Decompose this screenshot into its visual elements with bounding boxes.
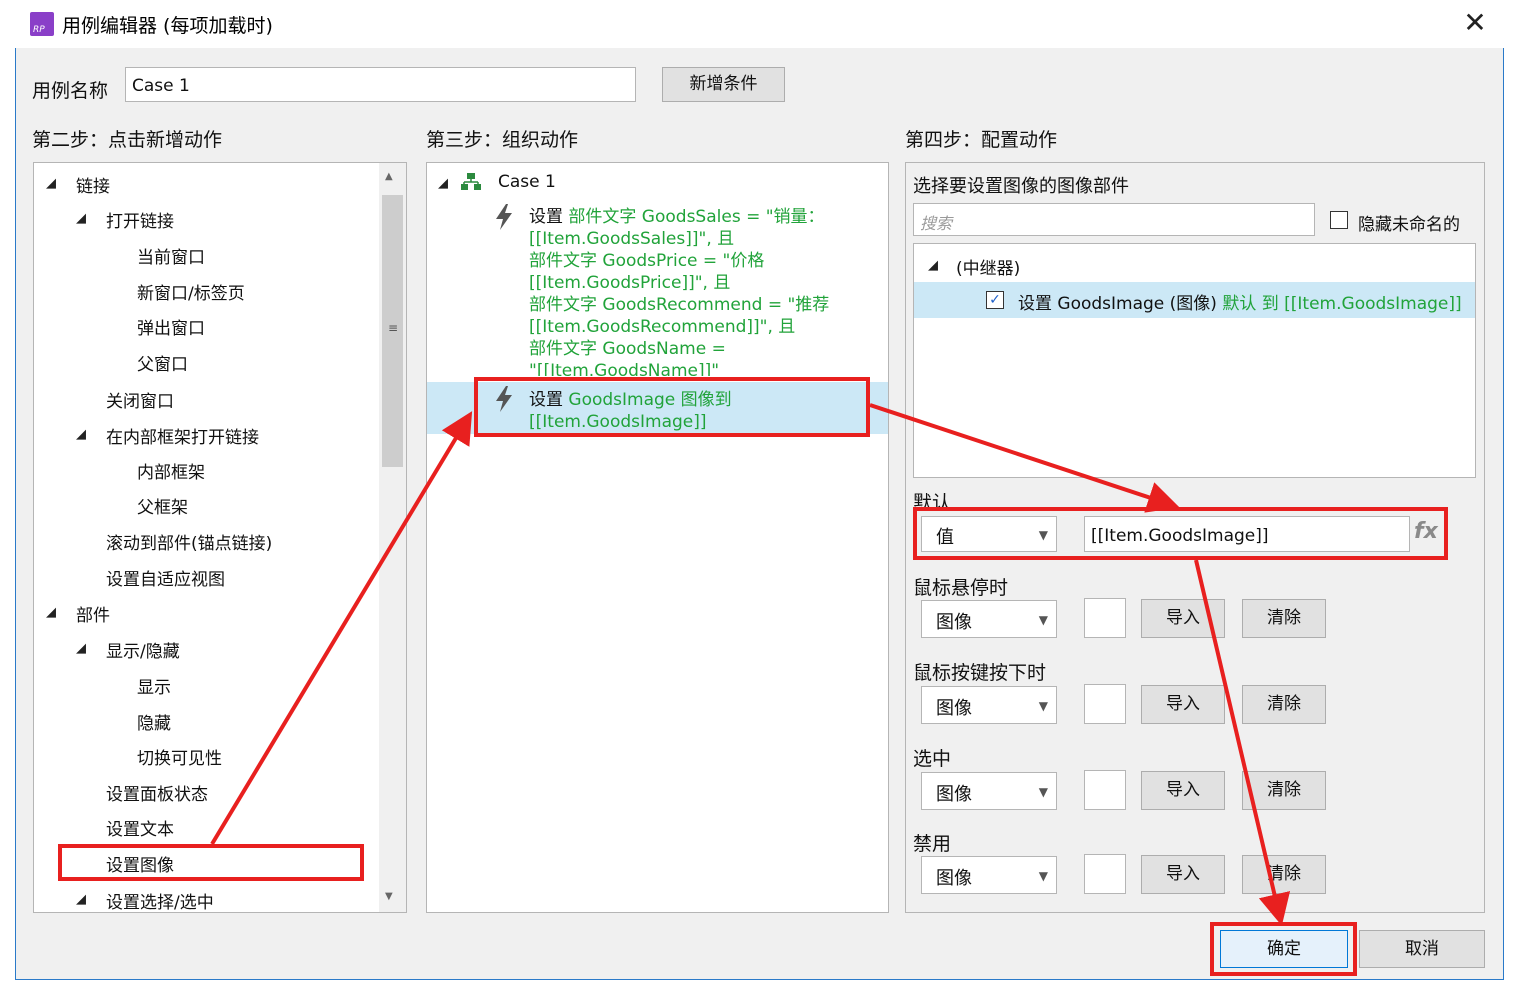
hover-type-select[interactable]: 图像 ▼ — [921, 600, 1057, 638]
goodsimage-row-value: 默认 到 [[Item.GoodsImage]] — [1222, 294, 1462, 314]
hide-unnamed-label: 隐藏未命名的 — [1358, 215, 1460, 235]
expand-icon[interactable]: ◢ — [46, 605, 56, 620]
action-set-text[interactable]: 设置 部件文字 GoodsSales = "销量： [[Item.GoodsSa… — [529, 206, 879, 376]
scroll-up-icon[interactable]: ▲ — [385, 171, 393, 182]
goodsimage-row-name: 设置 GoodsImage (图像) — [1018, 294, 1217, 314]
hover-label: 鼠标悬停时 — [913, 577, 1009, 599]
tree-item-parent-window[interactable]: 父窗口 — [137, 350, 188, 375]
hide-unnamed-checkbox[interactable] — [1330, 211, 1348, 229]
case-name-input[interactable]: Case 1 — [125, 67, 636, 102]
selected-type-select[interactable]: 图像 ▼ — [921, 772, 1057, 810]
scrollbar-thumb[interactable]: ≡ — [382, 195, 403, 467]
action-detail: [[Item.GoodsRecommend]]", 且 — [529, 317, 796, 337]
action-detail: [[Item.GoodsSales]]", 且 — [529, 229, 735, 249]
mousedown-clear-button[interactable]: 清除 — [1242, 685, 1326, 724]
expand-icon[interactable]: ◢ — [46, 176, 56, 191]
tree-item-close-window[interactable]: 关闭窗口 — [106, 387, 174, 412]
mousedown-type-value: 图像 — [936, 698, 972, 719]
chevron-down-icon: ▼ — [1038, 785, 1048, 799]
hover-import-button[interactable]: 导入 — [1141, 599, 1225, 638]
hover-clear-button[interactable]: 清除 — [1242, 599, 1326, 638]
step4-heading: 第四步：配置动作 — [905, 129, 1058, 151]
tree-item-links[interactable]: 链接 — [76, 172, 110, 197]
chevron-down-icon: ▼ — [1038, 613, 1048, 627]
tree-item-scroll-to[interactable]: 滚动到部件(锚点链接) — [106, 529, 272, 554]
selected-image-preview — [1084, 770, 1126, 810]
chevron-down-icon: ▼ — [1038, 699, 1048, 713]
scroll-down-icon[interactable]: ▼ — [385, 891, 393, 902]
tree-item-parent-frame[interactable]: 父框架 — [137, 493, 188, 518]
goodsimage-checkbox[interactable]: ✓ — [986, 291, 1004, 309]
disabled-label: 禁用 — [913, 833, 952, 855]
step3-heading: 第三步：组织动作 — [426, 129, 579, 151]
expand-icon[interactable]: ◢ — [438, 176, 448, 191]
tree-item-set-text[interactable]: 设置文本 — [106, 815, 174, 840]
annotation-box-set-image — [58, 844, 364, 881]
tree-item-show[interactable]: 显示 — [137, 673, 171, 698]
tree-item-show-hide[interactable]: 显示/隐藏 — [106, 637, 180, 662]
action-detail: 部件文字 GoodsName = — [529, 339, 726, 359]
action-verb: 设置 — [529, 207, 563, 227]
expand-icon[interactable]: ◢ — [76, 427, 86, 442]
action-detail: 部件文字 GoodsRecommend = "推荐 — [529, 295, 830, 315]
window-title: 用例编辑器 (每项加载时) — [62, 15, 273, 37]
tree-item-open-link[interactable]: 打开链接 — [106, 207, 174, 232]
action-detail: 部件文字 GoodsPrice = "价格 — [529, 251, 765, 271]
annotation-box-default — [913, 507, 1448, 560]
search-input[interactable]: 搜索 — [913, 203, 1315, 236]
tree-item-inline-frame[interactable]: 内部框架 — [137, 458, 205, 483]
tree-item-set-panel-state[interactable]: 设置面板状态 — [106, 780, 208, 805]
action-detail: "[[Item.GoodsName]]" — [529, 361, 720, 376]
close-icon[interactable]: ✕ — [1455, 6, 1495, 40]
expand-icon[interactable]: ◢ — [76, 892, 86, 907]
disabled-image-preview — [1084, 854, 1126, 894]
selected-type-value: 图像 — [936, 784, 972, 805]
mousedown-type-select[interactable]: 图像 ▼ — [921, 686, 1057, 724]
hover-type-value: 图像 — [936, 612, 972, 633]
case-name-label: 用例名称 — [32, 80, 109, 102]
action-detail: [[Item.GoodsPrice]]", 且 — [529, 273, 731, 293]
expand-icon[interactable]: ◢ — [76, 211, 86, 226]
search-placeholder: 搜索 — [920, 214, 953, 233]
tree-item-current-window[interactable]: 当前窗口 — [137, 243, 205, 268]
expand-icon[interactable]: ◢ — [928, 258, 938, 273]
app-icon: RP — [30, 12, 54, 36]
step2-heading: 第二步：点击新增动作 — [32, 129, 223, 151]
tree-item-popup[interactable]: 弹出窗口 — [137, 314, 205, 339]
lightning-icon — [496, 204, 512, 230]
cancel-button[interactable]: 取消 — [1359, 930, 1485, 968]
select-widget-label: 选择要设置图像的图像部件 — [913, 176, 1129, 197]
mousedown-image-preview — [1084, 684, 1126, 724]
tree-item-new-window[interactable]: 新窗口/标签页 — [137, 279, 245, 304]
tree-item-widgets[interactable]: 部件 — [76, 601, 110, 626]
tree-item-set-selected[interactable]: 设置选择/选中 — [106, 888, 214, 913]
annotation-box-action — [474, 377, 870, 437]
disabled-clear-button[interactable]: 清除 — [1242, 855, 1326, 894]
expand-icon[interactable]: ◢ — [76, 641, 86, 656]
tree-item-toggle-visibility[interactable]: 切换可见性 — [137, 744, 222, 769]
hover-image-preview — [1084, 598, 1126, 638]
disabled-type-value: 图像 — [936, 868, 972, 889]
mousedown-label: 鼠标按键按下时 — [913, 662, 1047, 684]
selected-clear-button[interactable]: 清除 — [1242, 771, 1326, 810]
action-detail: 部件文字 GoodsSales = "销量： — [568, 207, 825, 227]
tree-item-adaptive-view[interactable]: 设置自适应视图 — [106, 565, 225, 590]
annotation-box-ok — [1210, 922, 1357, 976]
add-condition-button[interactable]: 新增条件 — [662, 67, 785, 102]
tree-item-open-in-frame[interactable]: 在内部框架打开链接 — [106, 423, 259, 448]
mousedown-import-button[interactable]: 导入 — [1141, 685, 1225, 724]
repeater-node[interactable]: (中继器) — [956, 254, 1020, 279]
tree-item-hide[interactable]: 隐藏 — [137, 709, 171, 734]
chevron-down-icon: ▼ — [1038, 869, 1048, 883]
case-tree-icon — [461, 173, 481, 190]
case-item[interactable]: Case 1 — [498, 172, 556, 192]
disabled-type-select[interactable]: 图像 ▼ — [921, 856, 1057, 894]
scrollbar[interactable]: ▲ ≡ ▼ — [379, 163, 406, 912]
disabled-import-button[interactable]: 导入 — [1141, 855, 1225, 894]
selected-label: 选中 — [913, 748, 952, 770]
goodsimage-row-text: 设置 GoodsImage (图像) 默认 到 [[Item.GoodsImag… — [1018, 289, 1462, 314]
case-name-value: Case 1 — [132, 76, 190, 96]
selected-import-button[interactable]: 导入 — [1141, 771, 1225, 810]
